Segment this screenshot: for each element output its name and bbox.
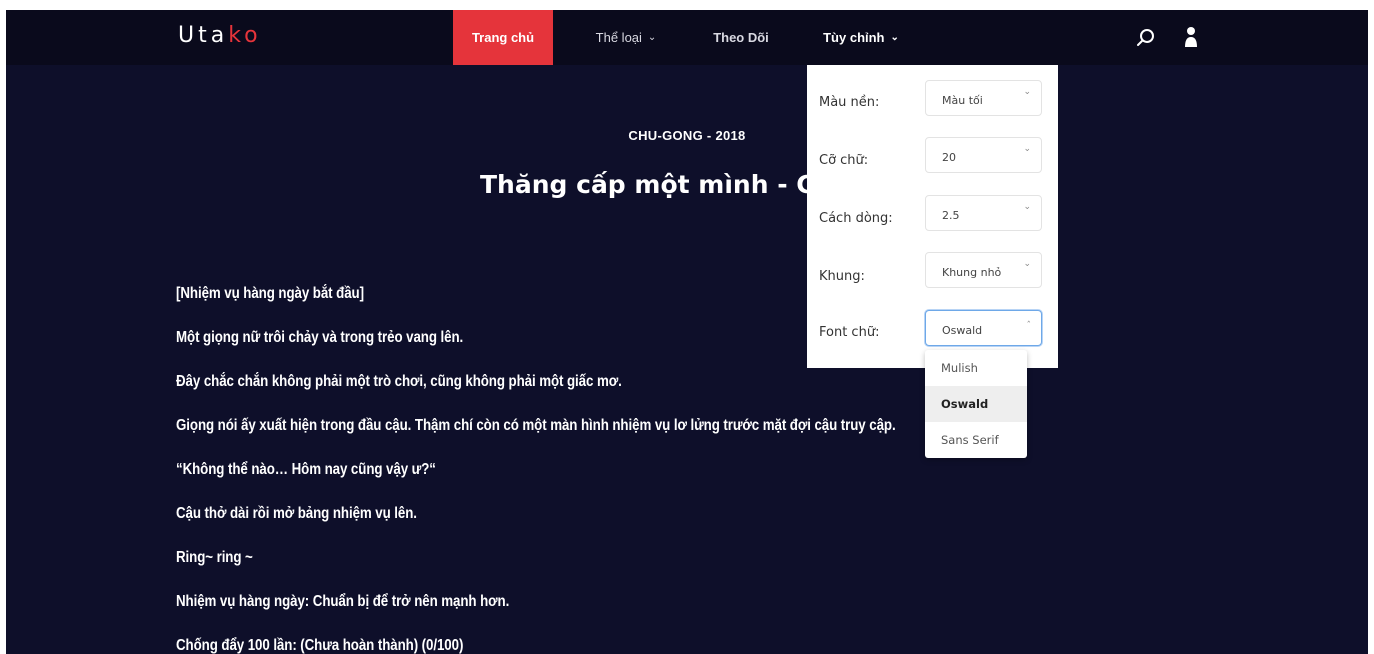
logo-accent-text: ko: [228, 23, 262, 48]
nav-follow-label: Theo Dõi: [713, 30, 769, 45]
settings-panel: Màu nền: Màu tối ⌄ Cỡ chữ: 20 ⌄ Cách dòn…: [807, 65, 1058, 368]
font-option-mulish[interactable]: Mulish: [925, 350, 1027, 386]
paragraph: Một giọng nữ trôi chảy và trong trẻo van…: [176, 329, 464, 346]
font-family-select[interactable]: Oswald ˆ: [925, 310, 1042, 346]
paragraph: Đây chắc chắn không phải một trò chơi, c…: [176, 373, 622, 390]
chevron-down-icon: ⌄: [1023, 87, 1031, 97]
line-height-value: 2.5: [942, 209, 960, 222]
story-meta: CHU-GONG - 2018: [628, 128, 746, 143]
paragraph: Cậu thở dài rồi mở bảng nhiệm vụ lên.: [176, 505, 417, 522]
font-size-value: 20: [942, 151, 956, 164]
nav-customize-label: Tùy chỉnh: [823, 30, 885, 45]
chevron-down-icon: ⌄: [647, 32, 657, 43]
font-size-select[interactable]: 20 ⌄: [925, 137, 1042, 173]
font-size-label: Cỡ chữ:: [819, 153, 869, 168]
logo-text: Uta: [178, 23, 229, 48]
paragraph: Nhiệm vụ hàng ngày: Chuẩn bị để trở nên …: [176, 593, 510, 610]
chevron-down-icon: ⌄: [1023, 202, 1031, 212]
paragraph: Giọng nói ấy xuất hiện trong đầu cậu. Th…: [176, 417, 896, 434]
font-family-dropdown: Mulish Oswald Sans Serif: [925, 350, 1027, 458]
font-option-oswald[interactable]: Oswald: [925, 386, 1027, 422]
background-color-value: Màu tối: [942, 94, 983, 107]
chevron-up-icon: ˆ: [1026, 321, 1032, 331]
nav-customize[interactable]: Tùy chỉnh ⌄: [811, 10, 911, 65]
line-height-select[interactable]: 2.5 ⌄: [925, 195, 1042, 231]
chevron-down-icon: ⌄: [1023, 144, 1031, 154]
frame-select[interactable]: Khung nhỏ ⌄: [925, 252, 1042, 288]
background-color-label: Màu nền:: [819, 95, 880, 110]
search-icon[interactable]: [1136, 28, 1156, 48]
site-logo[interactable]: Utako: [178, 23, 262, 48]
chevron-down-icon: ⌄: [1023, 259, 1031, 269]
frame-label: Khung:: [819, 269, 865, 284]
font-family-label: Font chữ:: [819, 325, 880, 340]
nav-follow[interactable]: Theo Dõi: [696, 10, 786, 65]
frame-value: Khung nhỏ: [942, 266, 1002, 279]
nav-home[interactable]: Trang chủ: [453, 10, 553, 65]
paragraph: “Không thể nào… Hôm nay cũng vậy ư?“: [176, 461, 436, 478]
navbar: Utako Trang chủ Thể loại ⌄ Theo Dõi Tùy …: [6, 10, 1368, 65]
paragraph: Ring~ ring ~: [176, 549, 253, 566]
nav-genre-label: Thể loại: [595, 30, 642, 45]
background-color-select[interactable]: Màu tối ⌄: [925, 80, 1042, 116]
line-height-label: Cách dòng:: [819, 211, 893, 226]
chevron-down-icon: ⌄: [890, 32, 899, 43]
font-family-value: Oswald: [942, 324, 983, 337]
reader-page: Utako Trang chủ Thể loại ⌄ Theo Dõi Tùy …: [6, 10, 1368, 654]
nav-genre[interactable]: Thể loại ⌄: [576, 10, 676, 65]
font-option-sans-serif[interactable]: Sans Serif: [925, 422, 1027, 458]
paragraph: Chống đẩy 100 lần: (Chưa hoàn thành) (0/…: [176, 637, 464, 654]
chapter-title: Thăng cấp một mình - Ch: [480, 170, 820, 199]
user-icon[interactable]: [1184, 26, 1198, 48]
nav-home-label: Trang chủ: [471, 30, 535, 45]
paragraph: [Nhiệm vụ hàng ngày bắt đầu]: [176, 285, 364, 302]
